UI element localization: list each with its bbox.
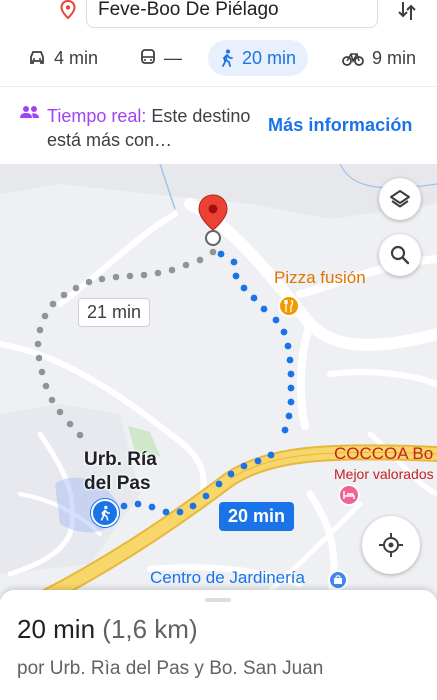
mode-transit-time: — — [164, 47, 182, 68]
poi-coccoa-label[interactable]: COCCOA Bo — [334, 444, 433, 464]
layers-icon — [390, 190, 410, 208]
search-map-button[interactable] — [379, 234, 421, 276]
destination-text: Feve-Boo De Piélago — [98, 0, 279, 20]
location-pin-icon — [60, 0, 76, 20]
car-icon — [30, 51, 44, 64]
destination-pin-icon[interactable] — [196, 194, 230, 250]
poi-pizza-label[interactable]: Pizza fusión — [274, 268, 366, 288]
route-distance: (1,6 km) — [102, 614, 198, 644]
mode-bike[interactable]: 9 min — [342, 40, 416, 76]
mode-bike-time: 9 min — [372, 47, 417, 68]
layers-button[interactable] — [379, 178, 421, 220]
train-icon — [141, 49, 155, 64]
walk-icon — [100, 505, 111, 521]
mode-walk-time: 20 min — [242, 47, 297, 68]
shopping-bag-icon[interactable] — [328, 570, 348, 590]
people-icon — [20, 106, 39, 118]
my-location-button[interactable] — [362, 516, 420, 574]
maps-directions-screen: Feve-Boo De Piélago 4 min — 20 min 9 min… — [0, 0, 437, 700]
poi-garden-label[interactable]: Centro de Jardinería — [150, 568, 305, 588]
bike-icon — [342, 53, 364, 66]
more-info-link[interactable]: Más información — [268, 115, 413, 136]
route-summary-sheet[interactable]: 20 min (1,6 km) por Urb. Rìa del Pas y B… — [0, 590, 437, 700]
swap-directions-icon[interactable] — [396, 0, 418, 22]
destination-row: Feve-Boo De Piélago — [0, 0, 437, 36]
route-time: 20 min — [17, 614, 96, 644]
poi-coccoa-sub: Mejor valorados — [334, 466, 434, 482]
notice-text: Tiempo real: Este destino está más con… — [47, 104, 267, 152]
walk-icon — [222, 49, 233, 67]
area-label: Urb. Ría del Pas — [84, 449, 157, 494]
restaurant-icon[interactable] — [278, 295, 300, 317]
destination-field[interactable]: Feve-Boo De Piélago — [86, 0, 378, 28]
mode-car[interactable]: 4 min — [28, 40, 98, 76]
route-via: por Urb. Rìa del Pas y Bo. San Juan — [17, 658, 324, 679]
origin-marker[interactable] — [91, 499, 119, 527]
alt-route-time[interactable]: 21 min — [78, 298, 151, 327]
realtime-notice: Tiempo real: Este destino está más con… … — [0, 86, 437, 164]
hotel-icon[interactable] — [338, 484, 360, 506]
mode-walk[interactable]: 20 min — [208, 40, 309, 76]
mode-transit[interactable]: — — [140, 40, 182, 76]
search-icon — [390, 245, 410, 265]
mode-car-time: 4 min — [54, 47, 99, 68]
my-location-icon — [379, 533, 403, 557]
travel-modes: 4 min — 20 min 9 min — [0, 40, 437, 78]
sheet-drag-handle[interactable] — [205, 598, 231, 602]
map-view[interactable]: Pizza fusión COCCOA Bo Mejor valorados C… — [0, 164, 437, 600]
main-route-time[interactable]: 20 min — [219, 502, 295, 531]
route-summary: 20 min (1,6 km) — [17, 614, 198, 645]
notice-title: Tiempo real: — [47, 106, 147, 126]
